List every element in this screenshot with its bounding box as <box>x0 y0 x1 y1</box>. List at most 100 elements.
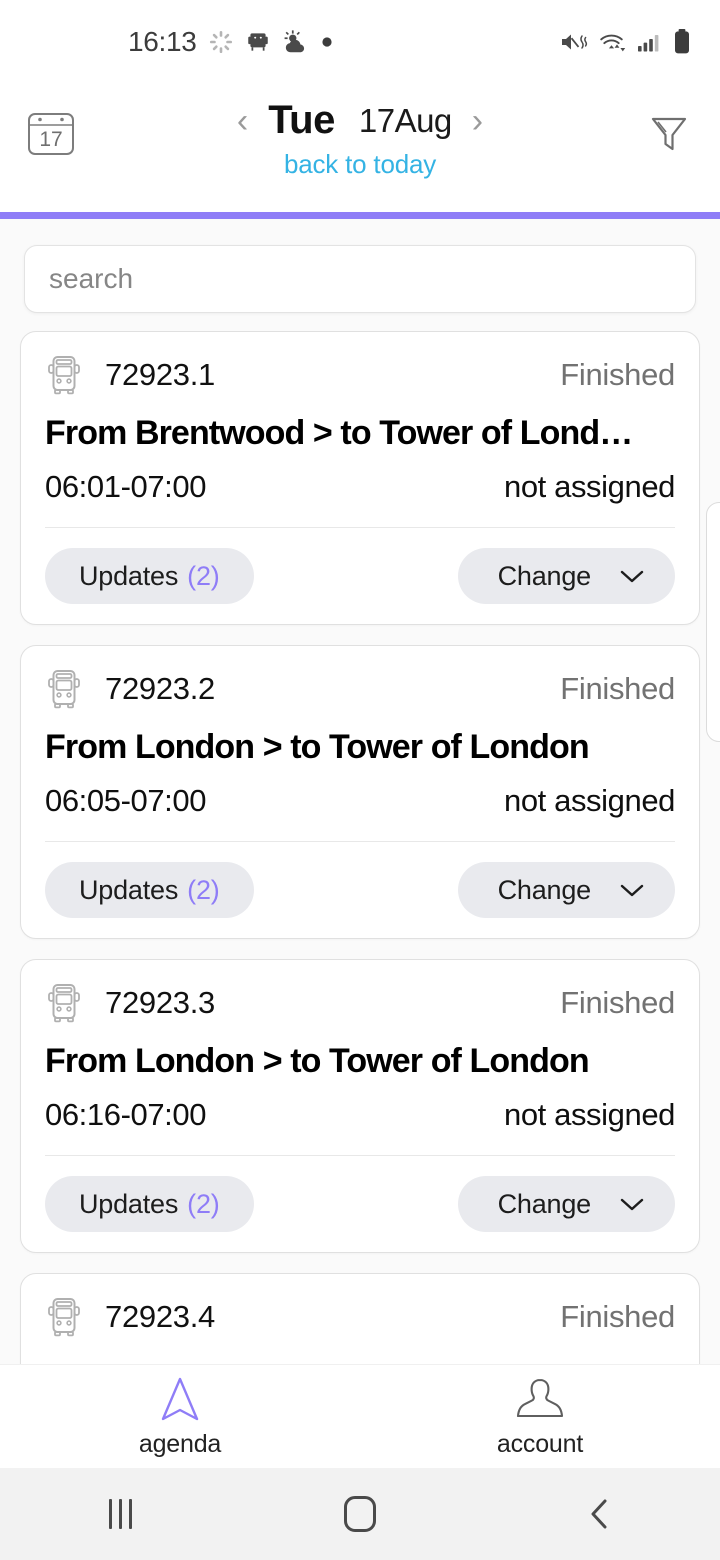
agenda-content: 72923.1 Finished From Brentwood > to Tow… <box>0 219 720 1364</box>
trip-id: 72923.1 <box>105 357 215 392</box>
trip-time: 06:05-07:00 <box>45 783 207 818</box>
trip-route: From London > to Tower of London <box>45 728 590 766</box>
status-bar-left: 16:13 <box>128 26 333 58</box>
android-system-nav <box>0 1468 720 1560</box>
search-input[interactable] <box>24 245 696 313</box>
trip-id: 72923.2 <box>105 671 215 706</box>
calendar-icon: 17 <box>28 113 74 155</box>
bottom-navigation: agenda account <box>0 1364 720 1468</box>
trip-meta: 06:16-07:00 not assigned <box>45 1097 675 1133</box>
recents-icon <box>108 1499 132 1529</box>
bus-icon <box>48 1298 80 1337</box>
trip-id: 72923.4 <box>105 1299 215 1334</box>
back-icon <box>591 1499 607 1529</box>
trip-meta: 06:05-07:00 not assigned <box>45 783 675 819</box>
mute-vibrate-icon <box>562 34 588 50</box>
home-button[interactable] <box>240 1496 480 1532</box>
recents-button[interactable] <box>0 1499 240 1529</box>
updates-count: (2) <box>187 1188 220 1219</box>
trip-route: From Brentwood > to Tower of Lond… <box>45 414 633 452</box>
back-button[interactable] <box>480 1496 720 1532</box>
change-label: Change <box>497 1188 592 1219</box>
status-bar-clock: 16:13 <box>128 26 197 57</box>
trip-route: From London > to Tower of London <box>45 1042 590 1080</box>
status-bar-right <box>559 28 692 56</box>
chevron-down-icon <box>620 884 644 897</box>
updates-count: (2) <box>187 874 220 905</box>
change-button[interactable]: Change <box>457 1176 675 1232</box>
accent-bar <box>0 212 720 219</box>
change-button[interactable]: Change <box>457 548 675 604</box>
trip-card-header: 72923.1 Finished <box>45 354 675 396</box>
person-icon <box>516 1378 564 1418</box>
status-badge: Finished <box>560 357 675 392</box>
day-name-label: Tue <box>268 98 335 142</box>
nav-label-agenda: agenda <box>138 1430 222 1458</box>
trip-card-header: 72923.3 Finished <box>45 982 675 1024</box>
sofa-icon <box>247 33 268 51</box>
trip-assignment: not assigned <box>504 1097 675 1132</box>
status-badge: Finished <box>560 1299 675 1334</box>
battery-icon <box>675 29 689 54</box>
divider <box>45 1155 675 1156</box>
trip-card-header: 72923.2 Finished <box>45 668 675 710</box>
date-label: 17Aug <box>358 101 452 139</box>
table-row[interactable]: 72923.4 Finished <box>20 1273 700 1364</box>
trip-card-actions: Updates (2) Change <box>45 1176 675 1232</box>
change-label: Change <box>497 874 592 905</box>
filter-button[interactable] <box>642 106 696 160</box>
updates-label: Updates <box>79 560 179 591</box>
nav-item-agenda[interactable]: agenda <box>0 1374 360 1459</box>
navigation-arrow-icon <box>161 1377 199 1421</box>
trip-time: 06:16-07:00 <box>45 1097 207 1132</box>
table-row[interactable]: 72923.2 Finished From London > to Tower … <box>20 645 700 939</box>
nav-item-account[interactable]: account <box>360 1374 720 1459</box>
loading-spinner-icon <box>209 30 232 54</box>
updates-label: Updates <box>79 874 179 905</box>
chevron-down-icon <box>620 570 644 583</box>
change-button[interactable]: Change <box>457 862 675 918</box>
date-row: ‹ Tue 17Aug › <box>235 98 485 143</box>
status-badge: Finished <box>560 985 675 1020</box>
search-bar-container <box>0 219 720 331</box>
bus-icon <box>48 984 80 1023</box>
updates-button[interactable]: Updates (2) <box>45 862 254 918</box>
status-badge: Finished <box>560 671 675 706</box>
chevron-down-icon <box>620 1198 644 1211</box>
table-row[interactable]: 72923.1 Finished From Brentwood > to Tow… <box>20 331 700 625</box>
app-header: 17 ‹ Tue 17Aug › back to today <box>0 84 720 212</box>
filter-funnel-icon <box>651 117 687 151</box>
dot-icon <box>321 37 332 47</box>
change-label: Change <box>497 560 592 591</box>
previous-day-button[interactable]: ‹ <box>235 104 250 138</box>
signal-bars-icon <box>638 35 659 52</box>
calendar-picker-button[interactable]: 17 <box>24 106 78 160</box>
next-page-peek-card[interactable] <box>706 502 720 742</box>
divider <box>45 527 675 528</box>
next-day-button[interactable]: › <box>470 104 485 138</box>
trip-time: 06:01-07:00 <box>45 469 207 504</box>
weather-partly-sunny-icon <box>284 30 304 53</box>
trip-assignment: not assigned <box>504 783 675 818</box>
updates-count: (2) <box>187 560 220 591</box>
wifi-icon <box>600 34 626 52</box>
updates-button[interactable]: Updates (2) <box>45 1176 254 1232</box>
trip-assignment: not assigned <box>504 469 675 504</box>
trip-id: 72923.3 <box>105 985 215 1020</box>
bus-icon <box>48 670 80 709</box>
divider <box>45 841 675 842</box>
home-icon <box>344 1496 376 1532</box>
trip-meta: 06:01-07:00 not assigned <box>45 469 675 505</box>
trip-card-actions: Updates (2) Change <box>45 548 675 604</box>
back-to-today-link[interactable]: back to today <box>284 149 436 180</box>
updates-label: Updates <box>79 1188 179 1219</box>
calendar-day-number: 17 <box>39 128 62 151</box>
trip-card-header: 72923.4 Finished <box>45 1296 675 1338</box>
table-row[interactable]: 72923.3 Finished From London > to Tower … <box>20 959 700 1253</box>
trip-card-actions: Updates (2) Change <box>45 862 675 918</box>
updates-button[interactable]: Updates (2) <box>45 548 254 604</box>
trip-card-list: 72923.1 Finished From Brentwood > to Tow… <box>0 331 720 1364</box>
bus-icon <box>48 356 80 395</box>
status-bar: 16:13 <box>0 0 720 84</box>
date-navigator: ‹ Tue 17Aug › back to today <box>78 98 642 180</box>
